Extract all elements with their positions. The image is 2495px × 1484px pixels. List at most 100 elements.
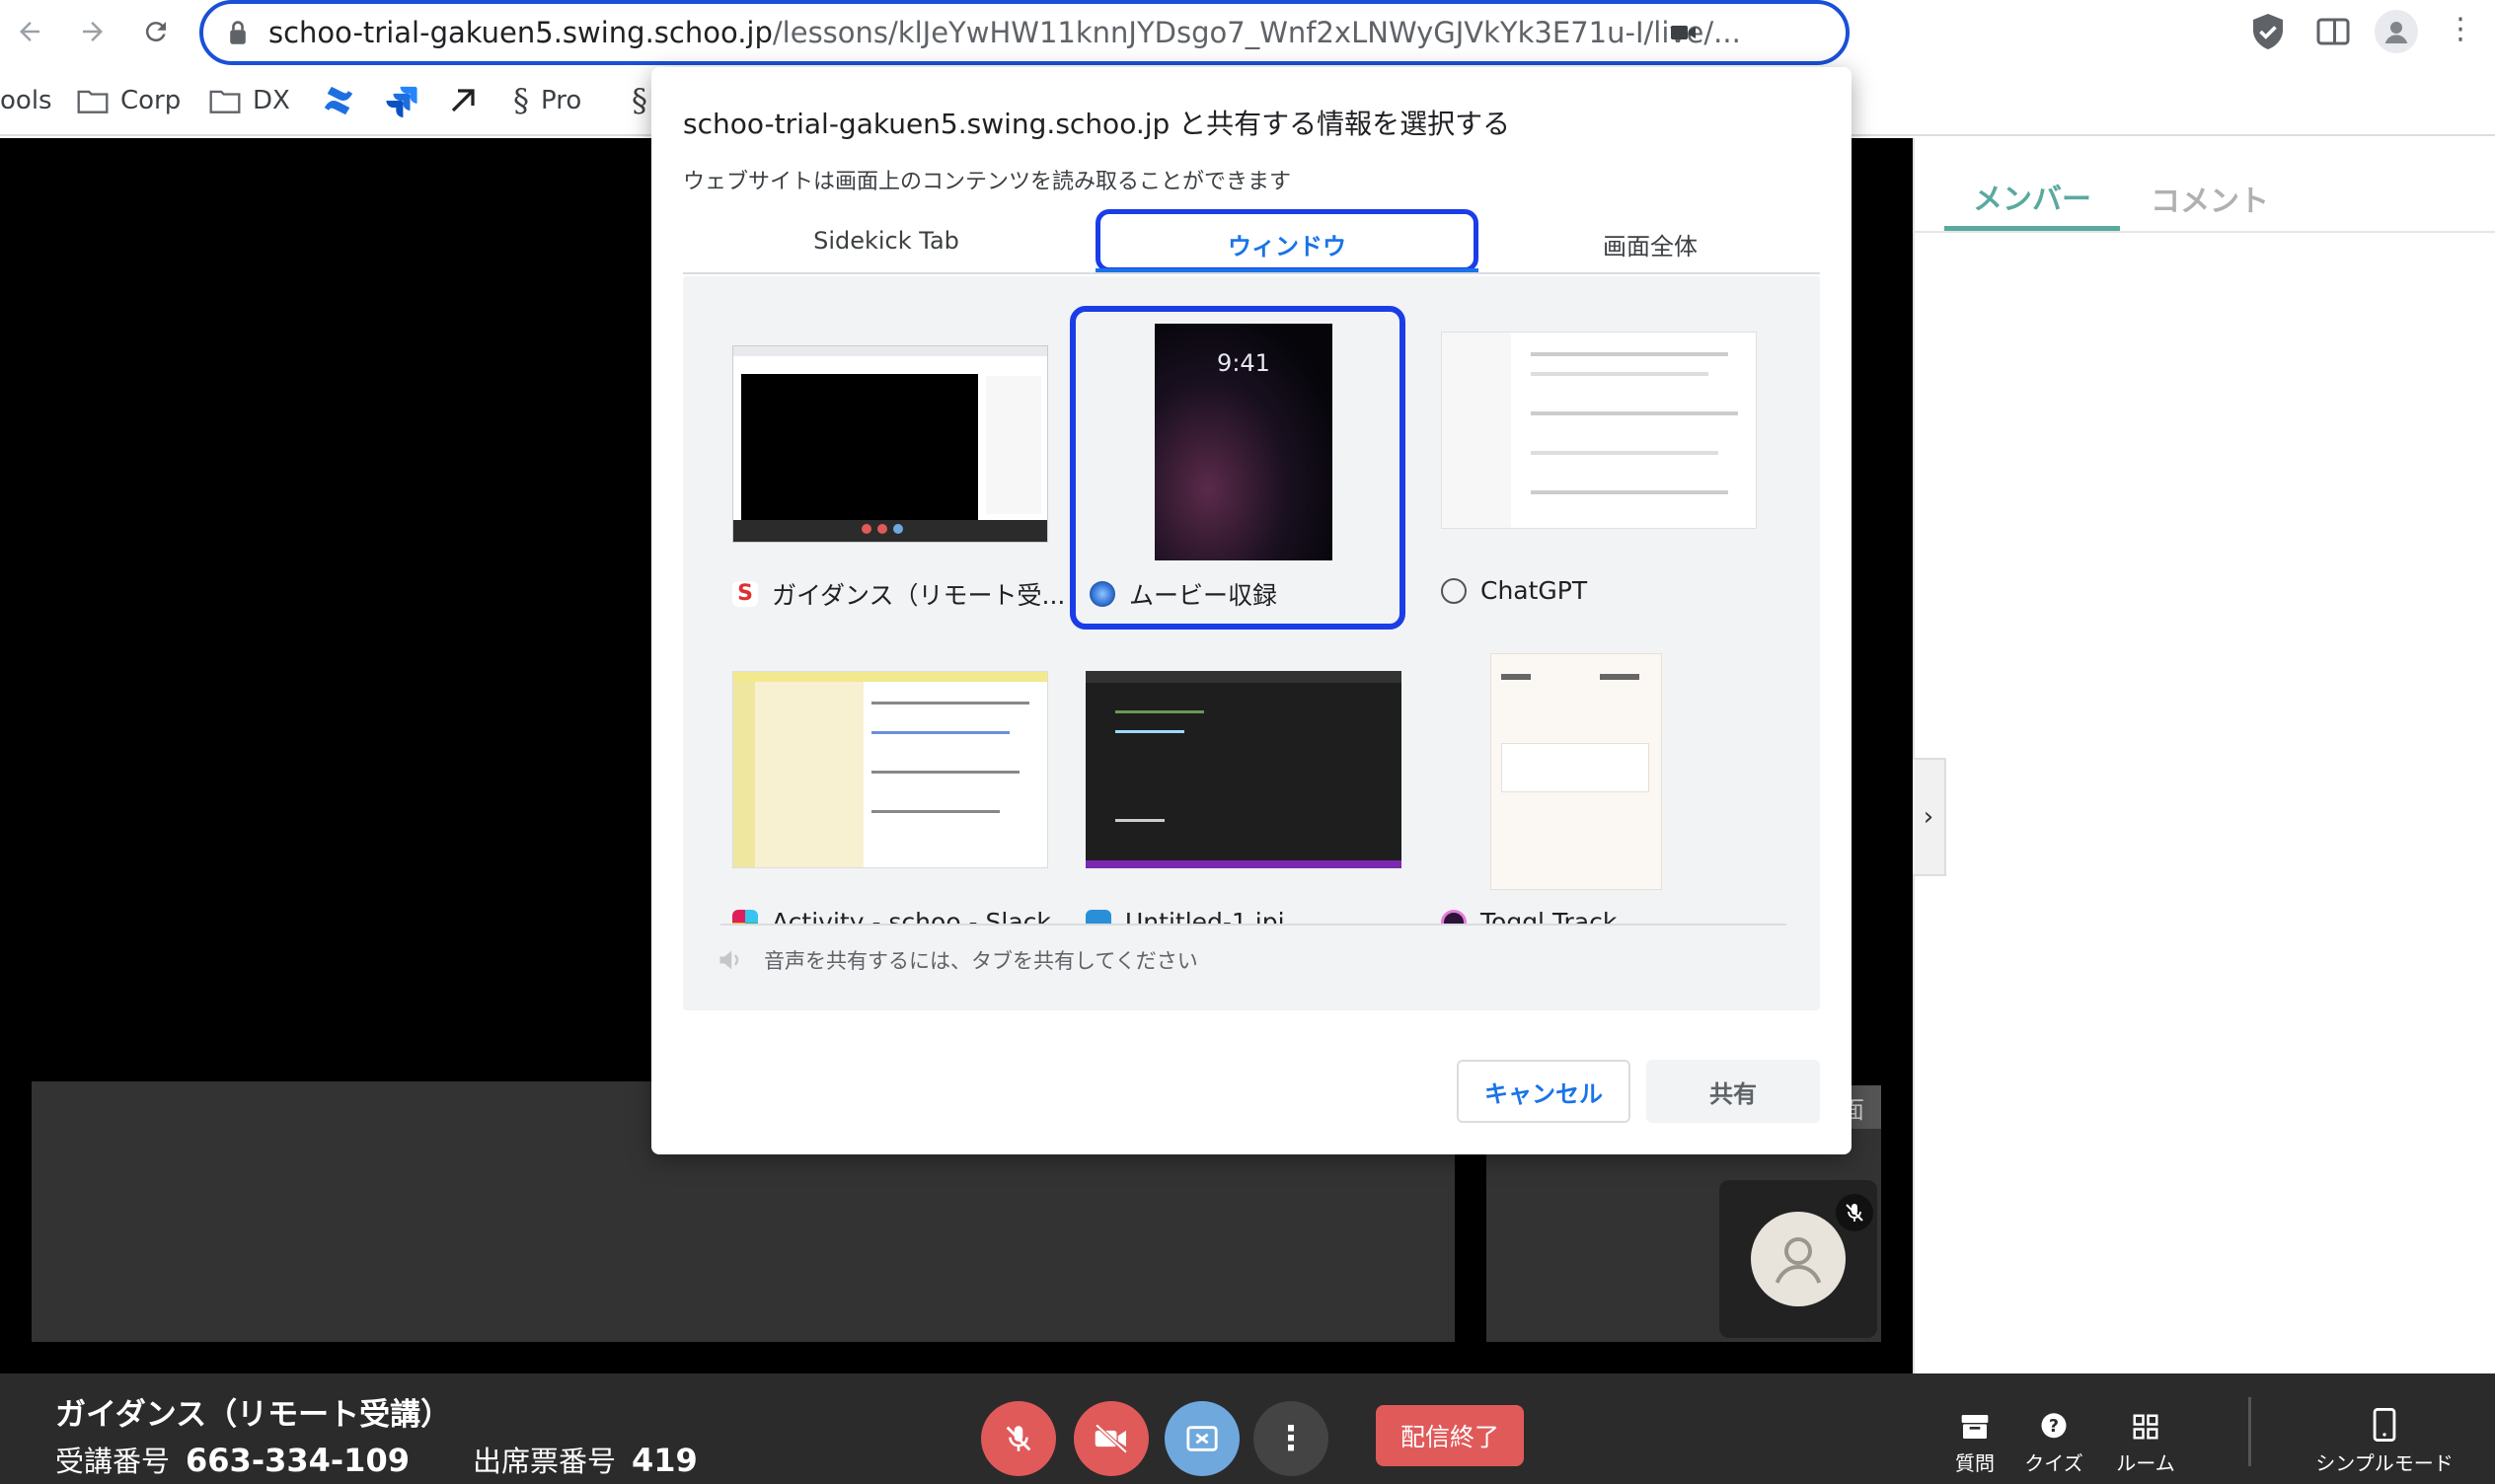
folder-icon [77, 90, 109, 113]
window-thumbnail [1441, 332, 1757, 529]
bookmark-jira[interactable] [385, 81, 418, 120]
window-option-chatgpt[interactable]: ChatGPT [1425, 326, 1761, 622]
window-thumbnail [732, 345, 1048, 543]
forward-arrow-icon [83, 22, 103, 41]
window-label: ガイダンス（リモート受... [772, 581, 1066, 610]
side-panel-divider [1913, 231, 2495, 233]
mic-toggle-button[interactable] [981, 1401, 1056, 1476]
window-title: Untitled-1.ipi [1086, 908, 1285, 924]
ticket-no: 419 [631, 1442, 698, 1479]
window-label: Toggl Track [1480, 908, 1618, 924]
reload-icon [145, 22, 166, 42]
schoo-icon: S [732, 581, 758, 607]
window-title: Activity - schoo - Slack [732, 908, 1051, 924]
window-thumbnail [1086, 671, 1401, 868]
lesson-ids: 受講番号 663-334-109 出席票番号 419 [55, 1439, 698, 1480]
dialog-subtitle: ウェブサイトは画面上のコンテンツを読み取ることができます [683, 170, 1292, 194]
camera-toggle-button[interactable] [1074, 1401, 1149, 1476]
schoo-s-icon: § [513, 82, 529, 119]
student-no-label: 受講番号 [55, 1445, 171, 1478]
room-label: ルーム [2116, 1451, 2175, 1475]
inbox-icon [1961, 1415, 1989, 1439]
bookmark-label: ools [0, 86, 52, 115]
vscode-icon [1086, 909, 1111, 924]
window-label: Untitled-1.ipi [1125, 908, 1285, 924]
self-video-tile [1719, 1180, 1877, 1338]
window-option-toggl[interactable]: Toggl Track [1425, 647, 1761, 924]
bookmark-linear[interactable] [448, 81, 478, 120]
divider [2248, 1397, 2251, 1466]
simple-mode-button[interactable]: シンプルモード [2296, 1397, 2473, 1476]
screen-share-button[interactable] [1165, 1401, 1240, 1476]
slack-icon [732, 909, 758, 924]
back-arrow-icon [20, 22, 39, 41]
lock-icon [230, 21, 246, 44]
svg-text:?: ? [2049, 1417, 2059, 1437]
selected-window-outline [1070, 306, 1405, 630]
extension-shield-button[interactable] [2250, 12, 2286, 55]
camera-off-icon [1095, 1423, 1128, 1454]
lesson-title: ガイダンス（リモート受講） [55, 1397, 452, 1433]
end-broadcast-button[interactable]: 配信終了 [1376, 1405, 1524, 1466]
window-label: Activity - schoo - Slack [772, 908, 1051, 924]
bookmark-dx[interactable]: DX [209, 81, 290, 120]
bookmark-label: DX [253, 86, 290, 115]
help-icon: ? [2041, 1413, 2067, 1439]
grid-scroll-edge [720, 924, 1786, 926]
window-label: ChatGPT [1480, 576, 1588, 605]
tablet-icon [2373, 1408, 2396, 1442]
chatgpt-icon [1441, 577, 1467, 604]
url-path: /lessons/klJeYwHW11knnJYDsgo7_Wnf2xLNWyG… [772, 16, 1741, 49]
bookmark-label: Corp [120, 86, 182, 115]
window-thumbnail [1490, 653, 1662, 890]
side-panel-button[interactable] [2315, 14, 2351, 53]
window-option-schoo[interactable]: S ガイダンス（リモート受... [720, 326, 1065, 622]
window-title: ChatGPT [1441, 576, 1587, 605]
window-option-vscode[interactable]: Untitled-1.ipi [1076, 667, 1411, 924]
back-button[interactable] [8, 10, 51, 53]
panel-collapse-button[interactable]: › [1913, 758, 1946, 876]
camera-icon [1671, 26, 1696, 39]
student-no: 663-334-109 [186, 1442, 410, 1479]
avatar [1751, 1212, 1846, 1306]
bookmark-confluence[interactable] [322, 81, 355, 120]
window-thumbnail [732, 671, 1048, 868]
room-button[interactable]: ルーム [2106, 1397, 2185, 1476]
cancel-button[interactable]: キャンセル [1457, 1060, 1630, 1123]
dialog-title: schoo-trial-gakuen5.swing.schoo.jp と共有する… [683, 108, 1511, 140]
tab-divider [683, 272, 1820, 274]
address-bar[interactable]: schoo-trial-gakuen5.swing.schoo.jp/lesso… [199, 0, 1850, 65]
confluence-icon [324, 86, 353, 115]
bookmark-corp[interactable]: Corp [77, 81, 181, 120]
ticket-no-label: 出席票番号 [472, 1445, 616, 1478]
url-host: schoo-trial-gakuen5.swing.schoo.jp [268, 16, 773, 49]
bookmark-schoo[interactable]: § [632, 81, 647, 120]
share-button[interactable]: 共有 [1646, 1060, 1820, 1123]
kebab-menu-icon: ⋮ [1274, 1419, 1308, 1458]
window-option-slack[interactable]: Activity - schoo - Slack [720, 667, 1056, 924]
folder-icon [209, 90, 241, 113]
more-options-button[interactable]: ⋮ [1253, 1401, 1328, 1476]
window-title: Toggl Track [1441, 908, 1617, 924]
schoo-s-icon: § [632, 82, 647, 119]
tab-members[interactable]: メンバー [1944, 166, 2120, 231]
question-button[interactable]: 質問 [1940, 1397, 2009, 1476]
avatar-icon [2384, 22, 2408, 43]
arrow-diagonal-icon [451, 89, 475, 112]
forward-button[interactable] [71, 10, 114, 53]
chevron-right-icon: › [1923, 802, 1934, 832]
bookmark-pro[interactable]: § Pro [513, 81, 581, 120]
tab-entire-screen[interactable]: 画面全体 [1480, 227, 1820, 261]
tab-window-focus-ring [1096, 209, 1478, 272]
screen-share-icon [1186, 1426, 1218, 1451]
bookmark-label: Pro [541, 86, 582, 115]
reload-button[interactable] [134, 10, 178, 53]
browser-menu-button[interactable]: ⋮ [2446, 12, 2475, 46]
mic-off-icon [1006, 1426, 1031, 1451]
profile-button[interactable] [2375, 10, 2418, 53]
quiz-button[interactable]: ? クイズ [2019, 1397, 2088, 1476]
tab-sidekick[interactable]: Sidekick Tab [683, 227, 1090, 255]
kebab-menu-icon: ⋮ [2446, 12, 2475, 46]
bookmark-tools[interactable]: ools [0, 81, 52, 120]
tab-comments[interactable]: コメント [2132, 166, 2288, 231]
